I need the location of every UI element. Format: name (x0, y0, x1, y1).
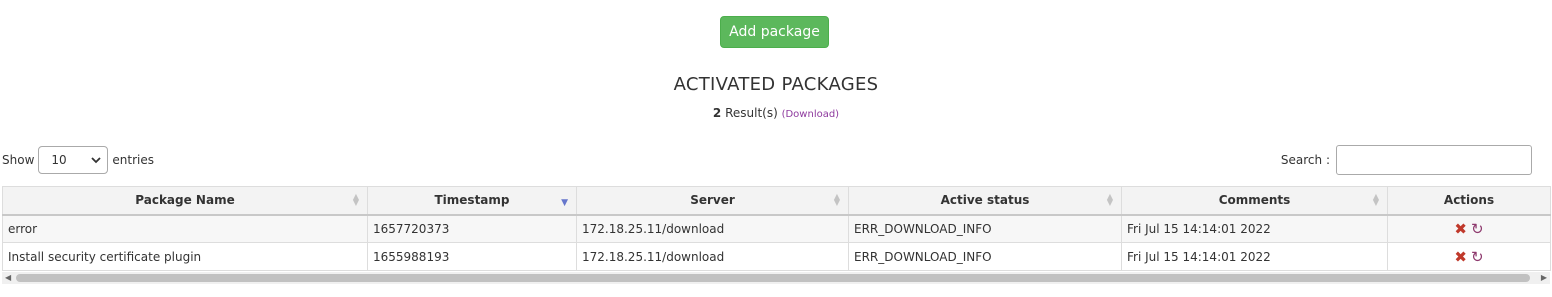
cell-active-status: ERR_DOWNLOAD_INFO (848, 242, 1122, 271)
column-header-comments[interactable]: Comments ▲ ▼ (1121, 186, 1388, 216)
sort-icon: ▲ ▼ (1372, 192, 1379, 208)
search-label: Search : (1280, 153, 1330, 167)
horizontal-scrollbar[interactable]: ◀ ▶ (2, 272, 1550, 284)
scroll-right-icon[interactable]: ▶ (1541, 272, 1547, 284)
cell-comments: Fri Jul 15 14:14:01 2022 (1121, 242, 1388, 271)
table-row: Install security certificate plugin 1655… (2, 242, 1551, 271)
entries-select[interactable]: 10 (38, 146, 109, 174)
entries-label: entries (112, 153, 154, 167)
column-header-label: Server (690, 193, 735, 208)
entries-select-value: 10 (51, 153, 67, 167)
search-control: Search : (1281, 145, 1532, 175)
cell-package-name: error (2, 214, 368, 243)
table-header-row: Package Name ▲ ▼ Timestamp ▼ Server ▲ ▼ Activ… (2, 186, 1551, 216)
delete-icon[interactable]: ✖ (1454, 220, 1467, 238)
cell-timestamp: 1657720373 (367, 214, 577, 243)
results-count: 2 (712, 106, 722, 120)
refresh-icon[interactable]: ↻ (1471, 220, 1484, 238)
column-header-timestamp[interactable]: Timestamp ▼ (367, 186, 577, 216)
column-header-server[interactable]: Server ▲ ▼ (576, 186, 849, 216)
sort-icon: ▲ ▼ (1106, 192, 1113, 208)
cell-actions: ✖ ↻ (1387, 214, 1551, 243)
sort-icon: ▲ ▼ (833, 192, 840, 208)
column-header-label: Active status (940, 193, 1030, 208)
column-header-actions: Actions (1387, 186, 1551, 216)
delete-icon[interactable]: ✖ (1454, 248, 1467, 266)
cell-comments: Fri Jul 15 14:14:01 2022 (1121, 214, 1388, 243)
refresh-icon[interactable]: ↻ (1471, 248, 1484, 266)
column-header-label: Comments (1218, 193, 1291, 208)
packages-table: Package Name ▲ ▼ Timestamp ▼ Server ▲ ▼ Activ… (2, 186, 1551, 271)
add-package-button[interactable]: Add package (720, 16, 829, 48)
chevron-down-icon (91, 156, 102, 163)
scrollbar-thumb[interactable] (16, 274, 1530, 282)
cell-timestamp: 1655988193 (367, 242, 577, 271)
column-header-label: Actions (1443, 193, 1495, 208)
sort-icon: ▲ ▼ (352, 192, 359, 208)
sort-desc-icon: ▼ (561, 197, 568, 208)
results-summary: 2 Result(s) (Download) (0, 106, 1552, 120)
download-link[interactable]: (Download) (782, 109, 840, 120)
results-label: Result(s) (721, 106, 782, 120)
page-title: ACTIVATED PACKAGES (673, 74, 879, 95)
column-header-package-name[interactable]: Package Name ▲ ▼ (2, 186, 368, 216)
cell-server: 172.18.25.11/download (576, 214, 849, 243)
column-header-active-status[interactable]: Active status ▲ ▼ (848, 186, 1122, 216)
cell-server: 172.18.25.11/download (576, 242, 849, 271)
show-label: Show (2, 153, 35, 167)
column-header-label: Timestamp (434, 193, 510, 208)
search-input[interactable] (1336, 145, 1532, 175)
entries-length-control: Show 10 entries (2, 146, 154, 174)
column-header-label: Package Name (135, 193, 235, 208)
cell-actions: ✖ ↻ (1387, 242, 1551, 271)
cell-package-name: Install security certificate plugin (2, 242, 368, 271)
table-row: error 1657720373 172.18.25.11/download E… (2, 214, 1551, 243)
scroll-left-icon[interactable]: ◀ (5, 272, 11, 284)
cell-active-status: ERR_DOWNLOAD_INFO (848, 214, 1122, 243)
